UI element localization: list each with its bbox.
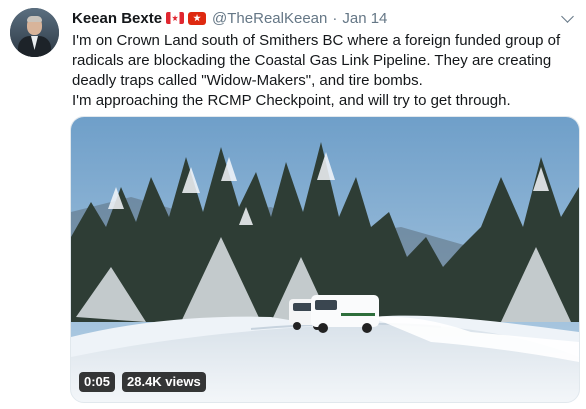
- tweet-card[interactable]: Keean Bexte @TheRealKeean · Jan 14 I'm o…: [0, 0, 586, 409]
- tweet-text-line: deadly traps called "Widow-Makers", and …: [72, 72, 423, 89]
- canada-flag-icon: [166, 12, 185, 24]
- video-views-badge: 28.4K views: [122, 372, 206, 392]
- tweet-text-line: I'm approaching the RCMP Checkpoint, and…: [72, 92, 511, 109]
- author-name[interactable]: Keean Bexte: [72, 10, 162, 27]
- avatar[interactable]: [10, 8, 59, 57]
- author-handle[interactable]: @TheRealKeean: [212, 10, 327, 27]
- tweet-text-line: radicals are blockading the Coastal Gas …: [72, 52, 552, 69]
- tweet-header: Keean Bexte @TheRealKeean · Jan 14: [72, 8, 387, 28]
- separator-dot: ·: [332, 9, 338, 27]
- tweet-text: I'm on Crown Land south of Smithers BC w…: [72, 31, 576, 111]
- hong-kong-flag-icon: [188, 11, 207, 25]
- video-player[interactable]: 0:05 28.4K views: [70, 116, 580, 403]
- tweet-date[interactable]: Jan 14: [342, 10, 387, 27]
- chevron-down-icon[interactable]: [561, 10, 574, 23]
- tweet-text-line: I'm on Crown Land south of Smithers BC w…: [72, 32, 561, 49]
- video-duration-badge: 0:05: [79, 372, 116, 392]
- video-thumbnail: [71, 117, 579, 402]
